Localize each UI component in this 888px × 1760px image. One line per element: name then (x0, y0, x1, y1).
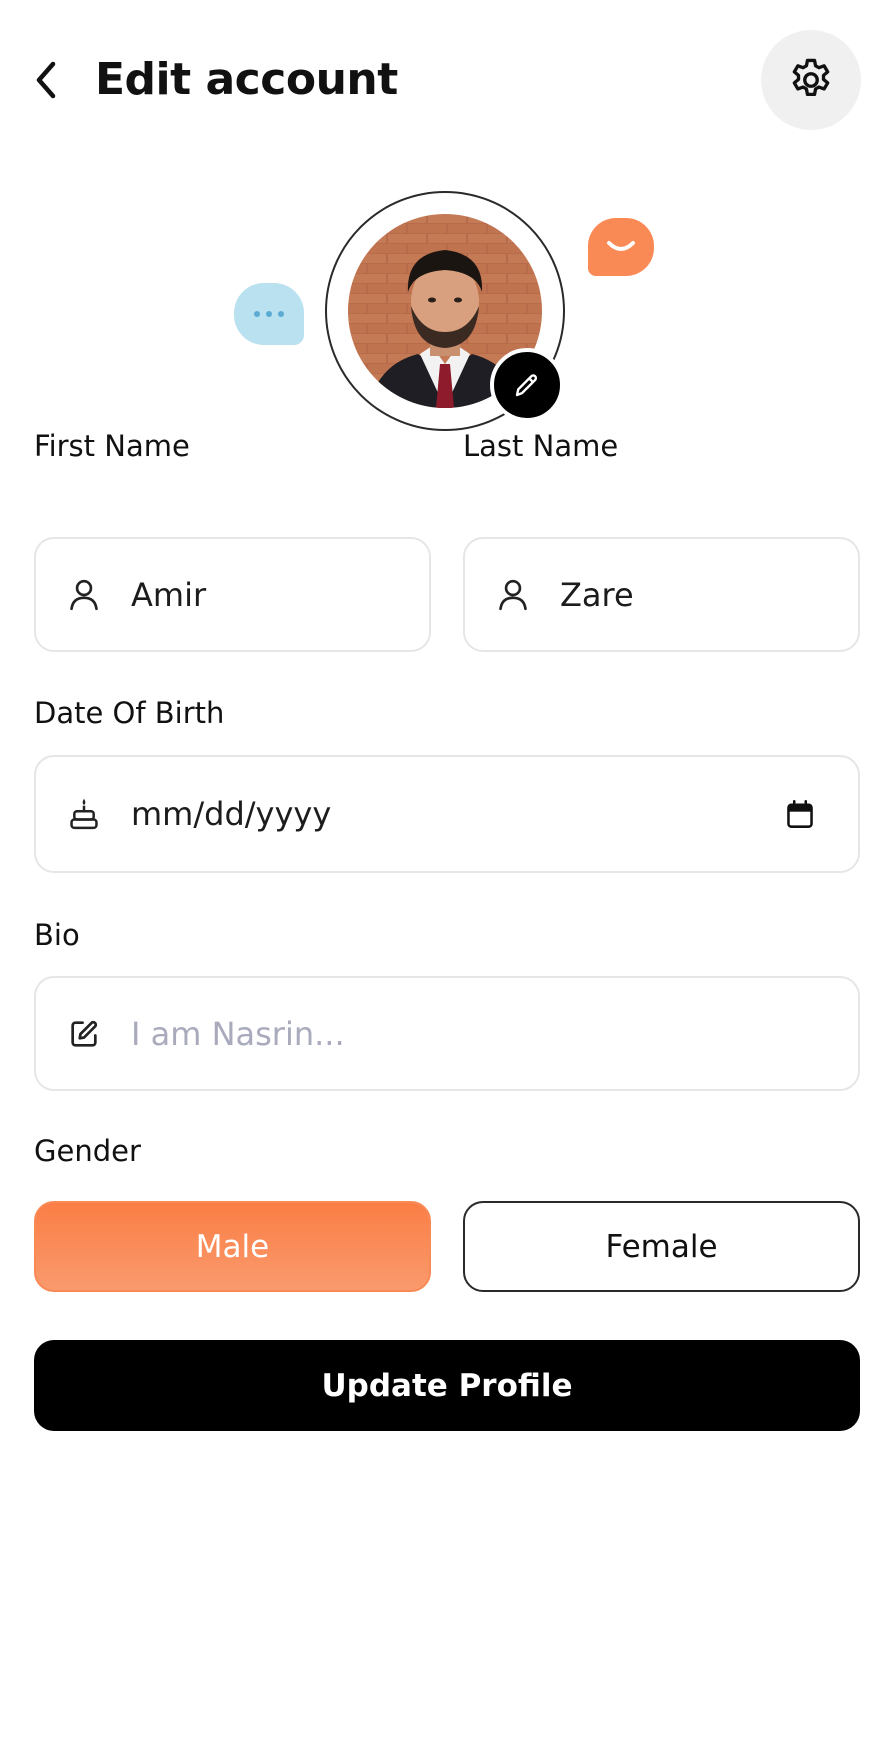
smile-bubble (588, 218, 654, 276)
edit-icon (66, 1016, 102, 1052)
last-name-label: Last Name (463, 429, 619, 463)
bio-placeholder: I am Nasrin... (131, 1014, 345, 1053)
dot (266, 311, 272, 317)
bio-field[interactable]: I am Nasrin... (34, 976, 860, 1091)
last-name-field[interactable]: Zare (463, 537, 860, 652)
first-name-label: First Name (34, 429, 190, 463)
gender-male-button[interactable]: Male (34, 1201, 431, 1292)
gender-female-button[interactable]: Female (463, 1201, 860, 1292)
last-name-value: Zare (560, 575, 634, 614)
bio-label: Bio (34, 918, 80, 952)
pencil-icon (515, 374, 538, 397)
dot (278, 311, 284, 317)
cake-icon (66, 796, 102, 832)
update-profile-button[interactable]: Update Profile (34, 1340, 860, 1431)
dob-input: mm/dd/yyyy (131, 795, 332, 833)
back-button[interactable] (22, 50, 70, 110)
dot (254, 311, 260, 317)
gender-label: Gender (34, 1134, 141, 1168)
date-of-birth-field[interactable]: mm/dd/yyyy (34, 755, 860, 873)
gear-icon (792, 58, 830, 97)
user-icon (495, 577, 531, 613)
chevron-left-icon (36, 61, 56, 99)
calendar-icon[interactable] (784, 798, 816, 830)
smile-icon (607, 241, 635, 251)
header: Edit account (0, 0, 888, 160)
edit-photo-button[interactable] (490, 348, 564, 422)
dob-label: Date Of Birth (34, 696, 225, 730)
user-icon (66, 577, 102, 613)
settings-button[interactable] (761, 30, 861, 130)
typing-bubble (234, 283, 304, 345)
page-title: Edit account (95, 54, 398, 105)
first-name-value: Amir (131, 575, 207, 614)
first-name-field[interactable]: Amir (34, 537, 431, 652)
